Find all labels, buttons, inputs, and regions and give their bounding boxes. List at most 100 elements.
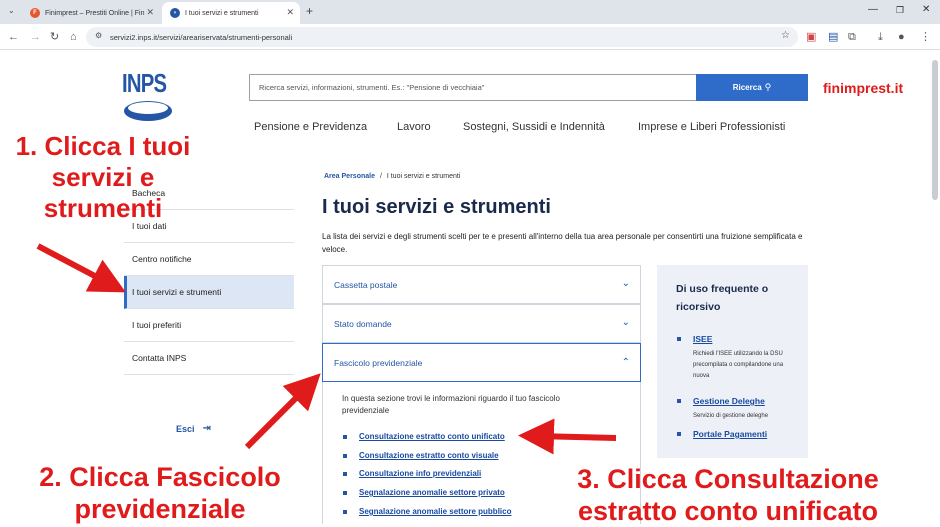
nav-sostegni[interactable]: Sostegni, Sussidi e Indennità: [463, 121, 605, 133]
sidebar-item-label: Contatta INPS: [132, 353, 187, 363]
profile-avatar-icon[interactable]: ●: [898, 29, 905, 45]
tab-title: Finimprest – Prestiti Online | Fin: [45, 9, 145, 17]
frequent-item-isee[interactable]: ISEE: [677, 334, 712, 344]
url-text: servizi2.inps.it/servizi/areariservata/s…: [110, 32, 293, 42]
chevron-down-icon: ⌄: [621, 278, 630, 289]
frequent-item-label: Portale Pagamenti: [693, 429, 768, 439]
close-window-icon[interactable]: ✕: [922, 4, 930, 15]
tab-title: I tuoi servizi e strumenti: [185, 9, 259, 17]
annotation-step-1: 1. Clicca I tuoi servizi e strumenti: [15, 131, 191, 223]
breadcrumb-separator: /: [379, 173, 382, 180]
close-tab-icon[interactable]: ✕: [146, 7, 154, 18]
breadcrumb-root[interactable]: Area Personale: [324, 173, 375, 180]
logout-icon: ⇥: [202, 423, 211, 434]
bullet-icon: [677, 337, 681, 341]
annotation-step-3: 3. Clicca Consultazione estratto conto u…: [577, 464, 879, 526]
accordion-label: Cassetta postale: [334, 279, 398, 290]
browser-tab-strip: ⌄ F Finimprest – Prestiti Online | Fin ✕…: [0, 0, 940, 24]
finimprest-favicon-icon: F: [30, 8, 40, 18]
frequent-item-label: ISEE: [693, 334, 713, 344]
chevron-down-icon: ⌄: [621, 317, 630, 328]
page-description: La lista dei servizi e degli strumenti s…: [322, 232, 803, 254]
accordion-stato-domande[interactable]: Stato domande ⌄: [322, 304, 641, 343]
menu-kebab-icon[interactable]: ⋮: [920, 29, 931, 45]
tab-finimprest[interactable]: F Finimprest – Prestiti Online | Fin ✕: [22, 2, 160, 24]
minimize-icon[interactable]: —: [868, 4, 878, 15]
sidebar-item-label: I tuoi preferiti: [132, 320, 182, 330]
sidebar-item-preferiti[interactable]: I tuoi preferiti: [124, 309, 294, 342]
inps-logo[interactable]: INPS: [122, 68, 176, 129]
bullet-icon: [677, 399, 681, 403]
search-input[interactable]: Ricerca servizi, informazioni, strumenti…: [249, 74, 696, 101]
maximize-icon[interactable]: ❐: [896, 5, 904, 16]
nav-pensione-previdenza[interactable]: Pensione e Previdenza: [254, 121, 367, 133]
accordion-label: Stato domande: [334, 318, 392, 329]
link-anomalie-privato[interactable]: Segnalazione anomalie settore privato: [343, 488, 505, 497]
bullet-icon: [343, 471, 347, 476]
breadcrumb-current: I tuoi servizi e strumenti: [386, 173, 461, 180]
inps-logo-mark-icon: [124, 101, 172, 121]
search-placeholder: Ricerca servizi, informazioni, strumenti…: [259, 83, 485, 92]
nav-lavoro[interactable]: Lavoro: [397, 121, 431, 133]
site-info-icon[interactable]: ⚙: [95, 31, 102, 40]
search-button-label: Ricerca: [732, 83, 762, 92]
close-tab-icon[interactable]: ✕: [286, 7, 294, 18]
link-label: Consultazione estratto conto unificato: [359, 432, 505, 441]
bookmark-star-icon[interactable]: ☆: [781, 30, 790, 41]
sidebar-item-contatta[interactable]: Contatta INPS: [124, 342, 294, 375]
back-icon[interactable]: ←: [8, 29, 19, 45]
bullet-icon: [677, 432, 681, 436]
address-bar[interactable]: ⚙ servizi2.inps.it/servizi/areariservata…: [86, 27, 798, 47]
home-icon[interactable]: ⌂: [70, 29, 77, 45]
chevron-up-icon: ⌃: [621, 357, 630, 368]
bullet-icon: [343, 490, 347, 495]
extension-badge-icon[interactable]: ▤: [828, 29, 838, 45]
search-button[interactable]: Ricerca ⚲: [696, 74, 808, 101]
extension-icon[interactable]: ▣: [806, 29, 816, 45]
link-label: Segnalazione anomalie settore pubblico: [359, 507, 512, 516]
bullet-icon: [343, 434, 347, 439]
frequent-item-deleghe[interactable]: Gestione Deleghe: [677, 396, 765, 406]
download-icon[interactable]: ⤓: [878, 29, 883, 45]
tab-inps[interactable]: ◗ I tuoi servizi e strumenti ✕: [162, 2, 300, 24]
browser-toolbar: ← → ↻ ⌂ ⚙ servizi2.inps.it/servizi/arear…: [0, 24, 940, 50]
frequent-item-label: Gestione Deleghe: [693, 396, 765, 406]
new-tab-icon[interactable]: +: [306, 4, 313, 18]
frequent-item-desc: Servizio di gestione deleghe: [693, 413, 769, 419]
link-anomalie-pubblico[interactable]: Segnalazione anomalie settore pubblico: [343, 507, 511, 516]
logout-label: Esci: [176, 423, 195, 434]
tab-search-icon[interactable]: ⌄: [8, 6, 15, 15]
reload-icon[interactable]: ↻: [50, 29, 59, 45]
breadcrumb: Area Personale / I tuoi servizi e strume…: [324, 173, 460, 180]
watermark-text: finimprest.it: [823, 80, 904, 96]
accordion-cassetta-postale[interactable]: Cassetta postale ⌄: [322, 265, 641, 304]
accordion-fascicolo-previdenziale[interactable]: Fascicolo previdenziale ⌃: [322, 343, 641, 382]
search-icon: ⚲: [764, 82, 772, 92]
link-estratto-conto-visuale[interactable]: Consultazione estratto conto visuale: [343, 451, 499, 460]
sidebar-item-servizi-strumenti[interactable]: I tuoi servizi e strumenti: [124, 276, 294, 309]
nav-imprese[interactable]: Imprese e Liberi Professionisti: [638, 121, 785, 133]
link-estratto-conto-unificato[interactable]: Consultazione estratto conto unificato: [343, 432, 505, 441]
frequent-item-pagamenti[interactable]: Portale Pagamenti: [677, 429, 767, 439]
bullet-icon: [343, 453, 347, 458]
arrow-to-fascicolo-icon: [244, 373, 321, 450]
link-label: Consultazione info previdenziali: [359, 469, 482, 478]
frequent-title: Di uso frequente o ricorsivo: [676, 283, 769, 313]
inps-favicon-icon: ◗: [170, 8, 180, 18]
frequent-item-desc: Richiedi l'ISEE utilizzando la DSU preco…: [693, 351, 784, 379]
sidebar-item-label: I tuoi servizi e strumenti: [132, 287, 222, 297]
logout-button[interactable]: Esci ⇥: [176, 423, 211, 434]
forward-icon[interactable]: →: [30, 29, 41, 45]
accordion-label: Fascicolo previdenziale: [334, 357, 423, 368]
logo-text: INPS: [122, 68, 167, 98]
page-scrollbar[interactable]: [932, 60, 938, 200]
annotation-step-2: 2. Clicca Fascicolo previdenziale: [39, 462, 281, 524]
page-title: I tuoi servizi e strumenti: [322, 196, 551, 218]
link-info-previdenziali[interactable]: Consultazione info previdenziali: [343, 469, 481, 478]
link-label: Consultazione estratto conto visuale: [359, 451, 499, 460]
sidebar-item-label: Centro notifiche: [132, 254, 192, 264]
link-label: Segnalazione anomalie settore privato: [359, 488, 505, 497]
extensions-puzzle-icon[interactable]: ⧉: [848, 29, 856, 45]
panel-intro: In questa sezione trovi le informazioni …: [342, 394, 560, 415]
sidebar-item-notifiche[interactable]: Centro notifiche: [124, 243, 294, 276]
